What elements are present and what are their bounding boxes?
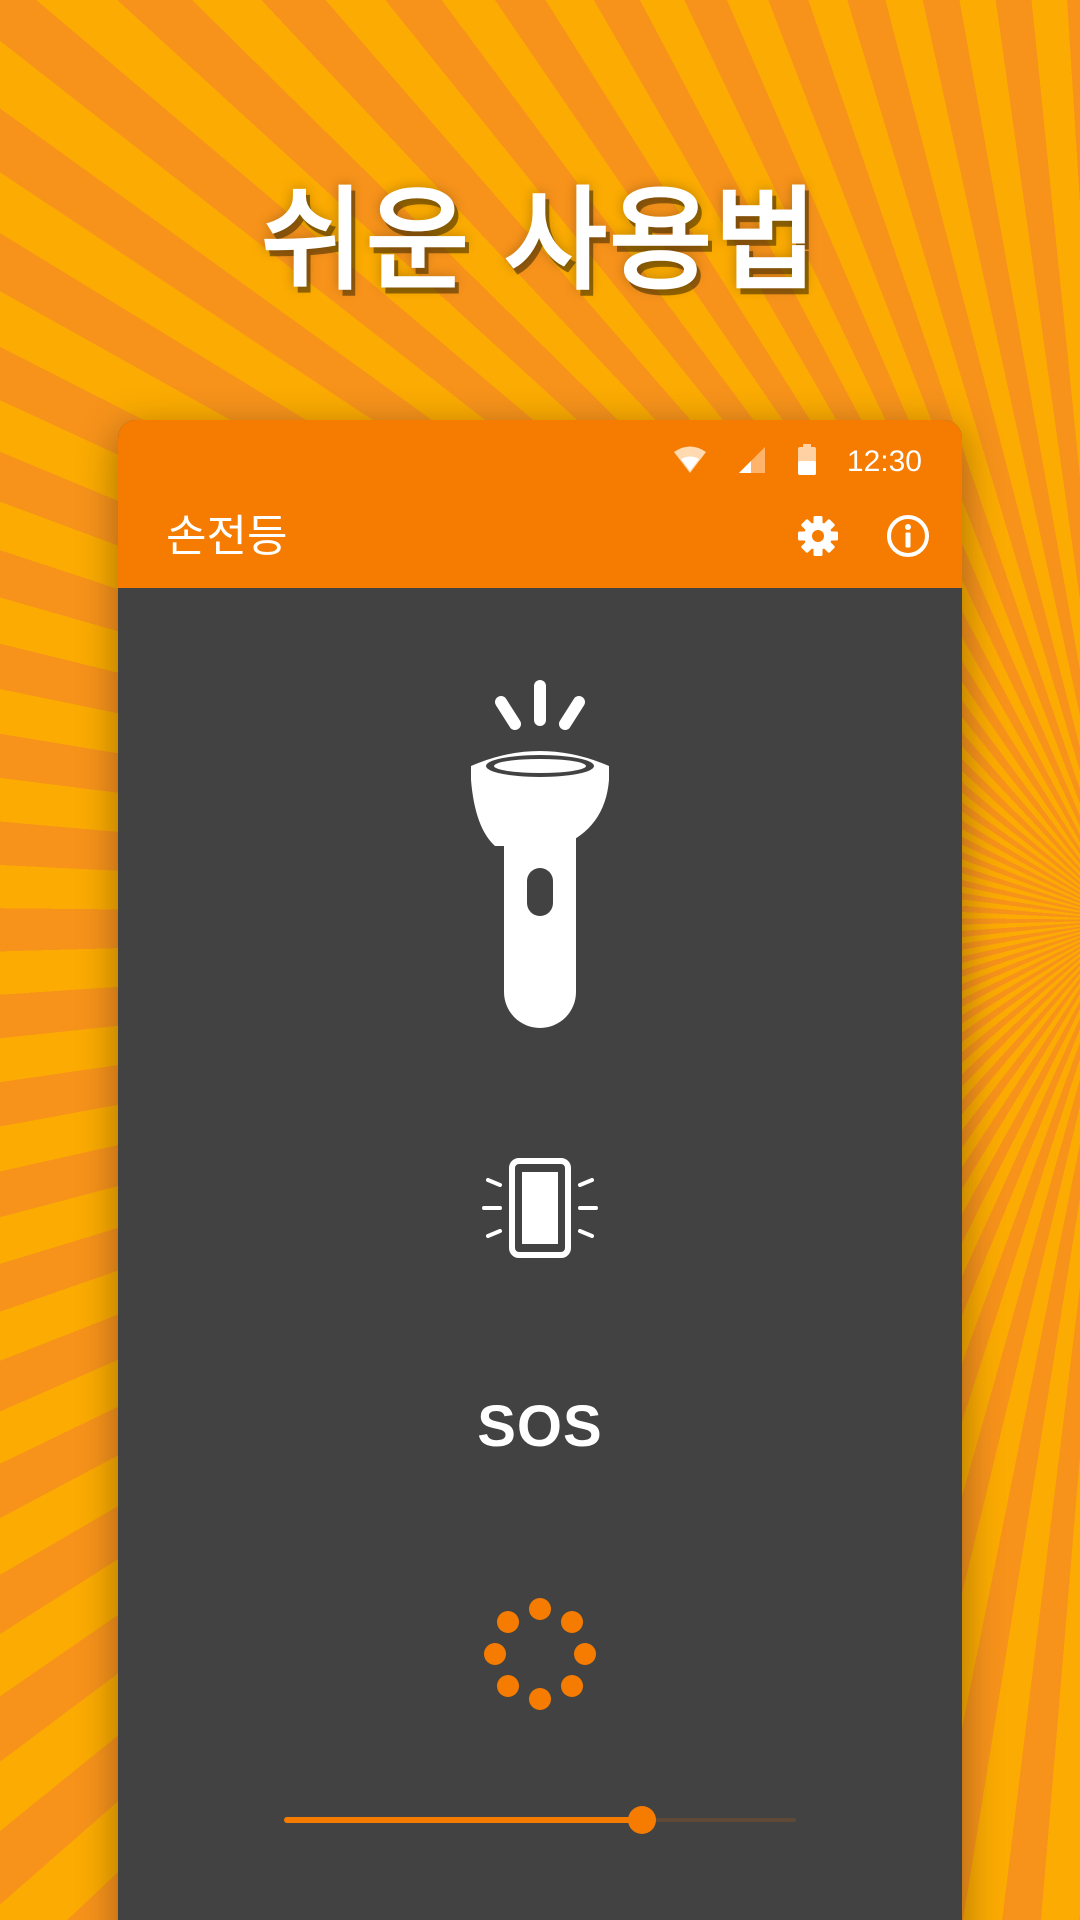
settings-button[interactable]: [790, 510, 846, 566]
strobe-icon: [480, 1598, 600, 1718]
flashlight-button[interactable]: [465, 678, 615, 1035]
screen-light-button[interactable]: [482, 1156, 598, 1265]
wifi-icon: [673, 445, 707, 480]
info-icon: [885, 513, 931, 564]
app-bar: 12:30 손전등: [118, 420, 962, 588]
slider-thumb[interactable]: [628, 1806, 657, 1834]
brightness-slider[interactable]: [284, 1800, 796, 1840]
phone-screen: 12:30 손전등 SOS: [118, 420, 962, 1920]
app-title: 손전등: [166, 512, 288, 561]
settings-icon: [796, 514, 840, 563]
flashlight-icon: [465, 680, 615, 1034]
promo-background: 쉬운 사용법 12:30 손전등 SOS: [0, 0, 1080, 1920]
status-bar: 12:30: [673, 432, 922, 492]
battery-icon: [797, 443, 817, 481]
promo-headline: 쉬운 사용법: [260, 178, 820, 303]
cellular-signal-icon: [737, 445, 767, 480]
sos-button[interactable]: SOS: [118, 1393, 962, 1460]
info-button[interactable]: [880, 510, 936, 566]
slider-fill: [284, 1817, 643, 1823]
main-content: SOS: [118, 588, 962, 1920]
screen-light-icon: [482, 1158, 598, 1264]
status-time: 12:30: [846, 445, 922, 478]
strobe-button[interactable]: [480, 1594, 600, 1719]
